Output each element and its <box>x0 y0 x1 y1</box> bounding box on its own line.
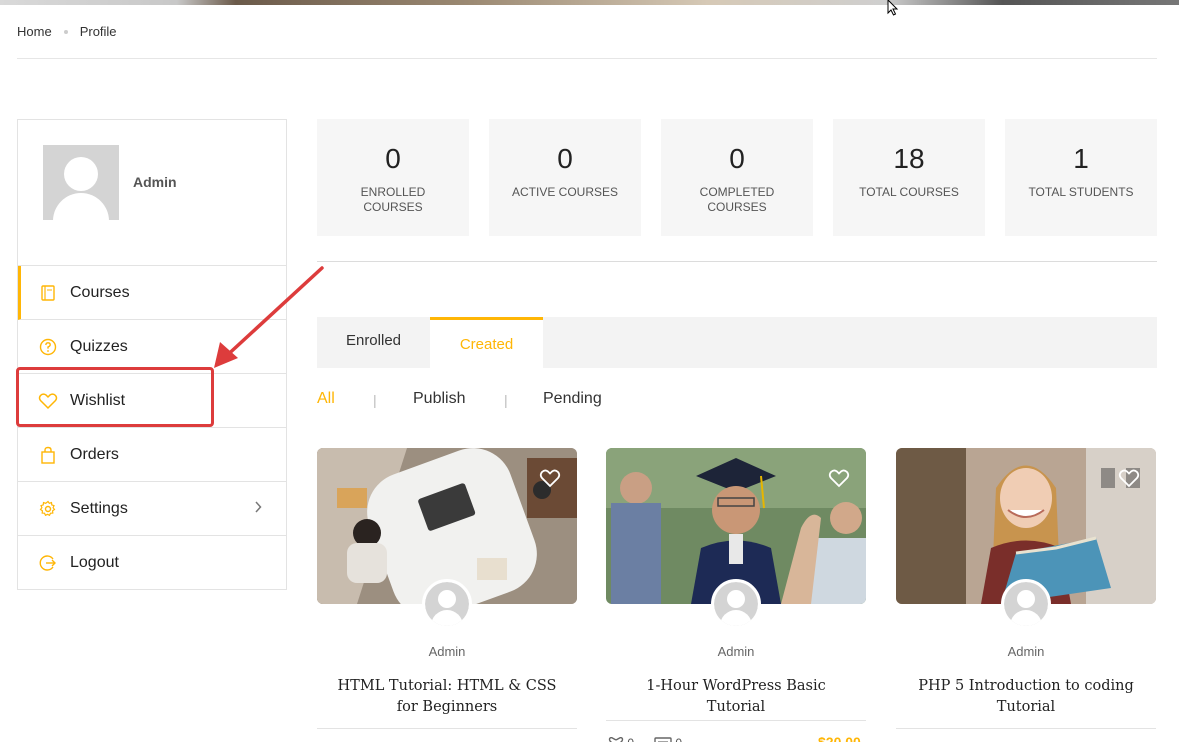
breadcrumb-separator-dot <box>63 29 68 34</box>
divider <box>606 720 866 721</box>
divider <box>317 261 1157 262</box>
stat-value: 0 <box>385 143 401 174</box>
course-card[interactable]: Admin PHP 5 Introduction to coding Tutor… <box>896 448 1156 742</box>
sidebar-item-logout[interactable]: Logout <box>18 536 286 590</box>
logout-icon <box>38 553 58 573</box>
annotation-arrow-icon <box>214 266 324 368</box>
gear-icon <box>38 499 58 519</box>
sidebar-item-label: Quizzes <box>70 337 128 355</box>
course-comments: 0 <box>654 736 682 742</box>
filter-separator: | <box>373 392 377 408</box>
course-author[interactable]: Admin <box>317 644 577 659</box>
filter-publish[interactable]: Publish <box>413 390 465 408</box>
filter-separator: | <box>504 392 508 408</box>
breadcrumb: Home Profile <box>17 24 117 39</box>
divider <box>17 58 1157 59</box>
question-circle-icon <box>38 337 58 357</box>
sidebar-item-settings[interactable]: Settings <box>18 482 286 536</box>
comment-icon <box>654 737 672 742</box>
heart-icon[interactable] <box>539 468 561 488</box>
stat-label: COMPLETED COURSES <box>699 185 775 214</box>
filter-all[interactable]: All <box>317 390 335 408</box>
sidebar-item-label: Logout <box>70 554 119 571</box>
author-avatar <box>711 579 761 629</box>
heart-icon <box>608 736 624 742</box>
comments-count: 0 <box>675 736 682 742</box>
stat-total-students: 1 TOTAL STUDENTS <box>1005 119 1157 236</box>
course-author[interactable]: Admin <box>606 644 866 659</box>
stat-completed-courses: 0 COMPLETED COURSES <box>661 119 813 236</box>
profile-name: Admin <box>133 174 177 190</box>
avatar <box>43 145 119 220</box>
stat-label: ENROLLED COURSES <box>360 185 426 214</box>
stat-value: 0 <box>557 143 573 174</box>
book-icon <box>38 283 58 303</box>
tab-enrolled[interactable]: Enrolled <box>317 317 430 368</box>
course-tabs: Enrolled Created <box>317 317 1157 368</box>
stat-label: TOTAL STUDENTS <box>1028 185 1134 199</box>
author-avatar <box>422 579 472 629</box>
course-likes: 0 <box>608 736 634 742</box>
mouse-cursor-icon <box>887 0 899 16</box>
course-card[interactable]: Admin HTML Tutorial: HTML & CSS for Begi… <box>317 448 577 742</box>
course-author[interactable]: Admin <box>896 644 1156 659</box>
divider <box>896 728 1156 729</box>
likes-count: 0 <box>627 736 634 742</box>
stat-active-courses: 0 ACTIVE COURSES <box>489 119 641 236</box>
course-price: $20.00 <box>818 734 861 742</box>
heart-icon[interactable] <box>828 468 850 488</box>
stat-label: TOTAL COURSES <box>859 185 959 199</box>
header-banner-strip <box>0 0 1179 5</box>
stat-value: 0 <box>729 143 745 174</box>
course-title[interactable]: HTML Tutorial: HTML & CSS for Beginners <box>327 676 567 718</box>
profile-header: Admin <box>18 120 286 266</box>
tab-created[interactable]: Created <box>430 317 543 368</box>
stat-total-courses: 18 TOTAL COURSES <box>833 119 985 236</box>
shopping-bag-icon <box>38 445 58 465</box>
stat-value: 18 <box>893 143 925 174</box>
breadcrumb-home-link[interactable]: Home <box>17 24 52 39</box>
course-title[interactable]: 1-Hour WordPress Basic Tutorial <box>616 676 856 718</box>
stat-enrolled-courses: 0 ENROLLED COURSES <box>317 119 469 236</box>
annotation-highlight-box <box>16 367 214 427</box>
heart-icon[interactable] <box>1118 468 1140 488</box>
stat-label: ACTIVE COURSES <box>511 185 619 199</box>
sidebar-item-label: Orders <box>70 445 119 463</box>
stat-value: 1 <box>1073 143 1089 174</box>
breadcrumb-current: Profile <box>79 24 117 39</box>
author-avatar <box>1001 579 1051 629</box>
filter-pending[interactable]: Pending <box>543 390 602 408</box>
sidebar-item-label: Settings <box>70 499 128 517</box>
course-title[interactable]: PHP 5 Introduction to coding Tutorial <box>906 676 1146 718</box>
divider <box>317 728 577 729</box>
sidebar-item-label: Courses <box>70 283 130 301</box>
sidebar-item-orders[interactable]: Orders <box>18 428 286 482</box>
course-card[interactable]: Admin 1-Hour WordPress Basic Tutorial 0 … <box>606 448 866 742</box>
chevron-right-icon <box>255 501 262 513</box>
